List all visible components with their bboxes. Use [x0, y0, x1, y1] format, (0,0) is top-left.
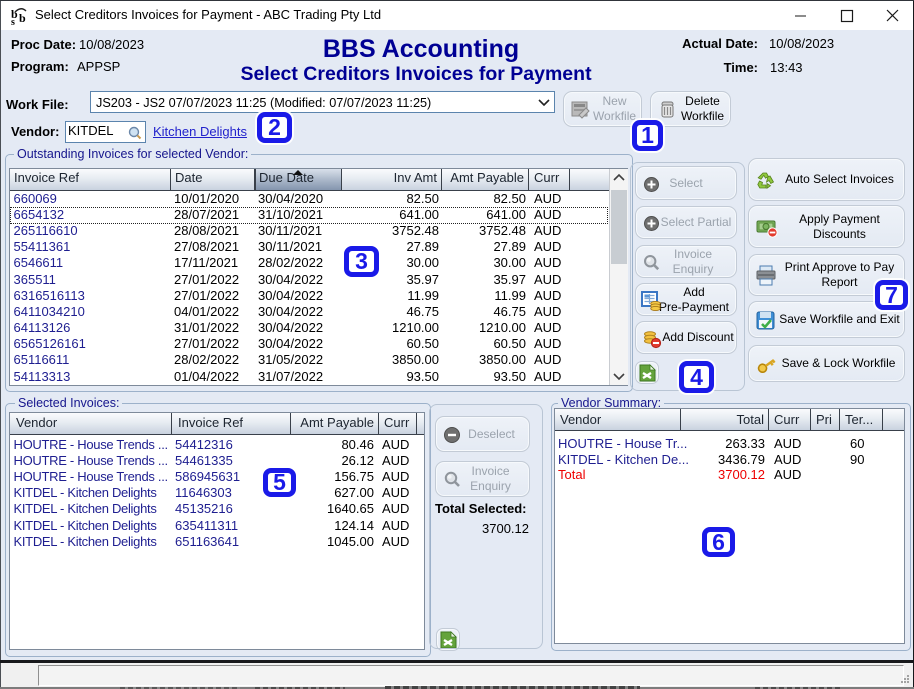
svg-text:b: b [19, 11, 26, 25]
svg-text:s: s [11, 17, 15, 26]
